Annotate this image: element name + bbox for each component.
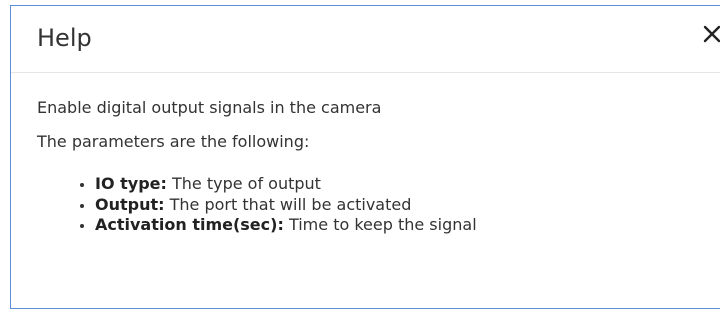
help-dialog: Help Enable digital output signals in th…	[10, 5, 720, 309]
param-term: Activation time(sec):	[95, 215, 284, 234]
list-item: Output: The port that will be activated	[95, 195, 704, 216]
dialog-body: Enable digital output signals in the cam…	[37, 98, 704, 236]
dialog-header: Help	[11, 6, 720, 73]
param-desc: Time to keep the signal	[283, 215, 477, 234]
param-term: IO type:	[95, 174, 167, 193]
list-item: Activation time(sec): Time to keep the s…	[95, 215, 704, 236]
list-item: IO type: The type of output	[95, 174, 704, 195]
param-desc: The port that will be activated	[164, 194, 412, 214]
dialog-title: Help	[37, 24, 92, 52]
parameters-intro-text: The parameters are the following:	[37, 132, 310, 151]
param-term: Output:	[95, 194, 165, 214]
param-desc: The type of output	[166, 174, 321, 193]
close-icon[interactable]	[700, 22, 720, 46]
description-text: Enable digital output signals in the cam…	[37, 98, 382, 117]
parameters-list: IO type: The type of output Output: The …	[37, 174, 704, 236]
